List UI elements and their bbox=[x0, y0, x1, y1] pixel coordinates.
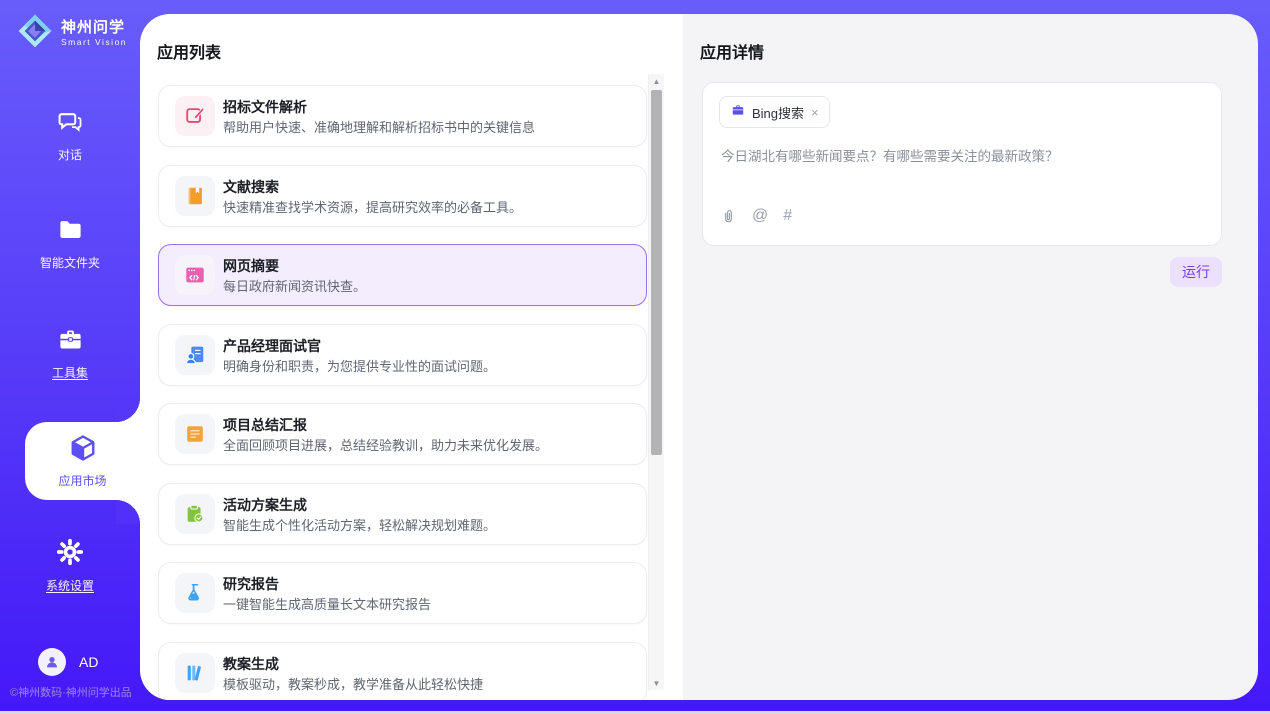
sidebar-item-对话[interactable]: 对话 bbox=[0, 108, 140, 163]
app-detail-panel: 应用详情 Bing搜索 × 今日湖北有哪些新闻要点？有哪些需要关注的最新政策？ bbox=[683, 14, 1258, 700]
sidebar-item-label: 智能文件夹 bbox=[40, 254, 100, 271]
interviewer-icon bbox=[175, 335, 215, 375]
folder-icon bbox=[57, 216, 84, 248]
chat-icon bbox=[57, 108, 84, 140]
app-detail-title: 应用详情 bbox=[700, 39, 764, 63]
prompt-card[interactable]: Bing搜索 × 今日湖北有哪些新闻要点？有哪些需要关注的最新政策？ @ # bbox=[702, 82, 1222, 246]
brand-logo: 神州问学 Smart Vision bbox=[16, 12, 127, 55]
sidebar-item-label: 系统设置 bbox=[46, 577, 94, 594]
tool-tag-bing-search[interactable]: Bing搜索 × bbox=[719, 96, 830, 128]
paperclip-icon[interactable] bbox=[720, 208, 737, 225]
tool-tag-label: Bing搜索 bbox=[752, 103, 804, 122]
app-list-title: 应用列表 bbox=[157, 39, 221, 63]
copyright-text: ©神州数码·神州问学出品 bbox=[10, 684, 132, 700]
app-list-item[interactable]: 网页摘要 每日政府新闻资讯快查。 bbox=[158, 244, 647, 306]
app-item-desc: 帮助用户快速、准确地理解和解析招标书中的关键信息 bbox=[223, 117, 535, 136]
toolbox-icon bbox=[57, 326, 84, 358]
app-item-desc: 快速精准查找学术资源，提高研究效率的必备工具。 bbox=[223, 197, 522, 216]
app-item-title: 活动方案生成 bbox=[223, 495, 307, 515]
app-item-title: 教案生成 bbox=[223, 654, 279, 674]
pen-square-icon bbox=[175, 96, 215, 136]
briefcase-icon bbox=[731, 103, 745, 122]
active-tab-curve-top bbox=[116, 398, 140, 422]
sidebar-item-label: 应用市场 bbox=[58, 472, 106, 489]
sidebar-item-工具集[interactable]: 工具集 bbox=[0, 326, 140, 381]
input-toolbar: @ # bbox=[720, 207, 792, 225]
app-list-panel: 应用列表 招标文件解析 帮助用户快速、准确地理解和解析招标书中的关键信息 文献搜… bbox=[140, 14, 683, 700]
avatar[interactable] bbox=[38, 648, 66, 676]
brand-name: 神州问学 bbox=[61, 20, 127, 35]
scroll-down-icon[interactable]: ▼ bbox=[649, 676, 664, 690]
app-list-item[interactable]: 招标文件解析 帮助用户快速、准确地理解和解析招标书中的关键信息 bbox=[158, 85, 647, 147]
app-item-title: 网页摘要 bbox=[223, 256, 279, 276]
scroll-up-icon[interactable]: ▲ bbox=[649, 74, 664, 88]
sidebar-item-智能文件夹[interactable]: 智能文件夹 bbox=[0, 216, 140, 271]
app-list-item[interactable]: 研究报告 一键智能生成高质量长文本研究报告 bbox=[158, 562, 647, 624]
app-item-desc: 一键智能生成高质量长文本研究报告 bbox=[223, 594, 431, 613]
app-item-desc: 智能生成个性化活动方案，轻松解决规划难题。 bbox=[223, 515, 496, 534]
app-list-item[interactable]: 产品经理面试官 明确身份和职责，为您提供专业性的面试问题。 bbox=[158, 324, 647, 386]
user-name: AD bbox=[79, 654, 98, 670]
app-list-item[interactable]: 活动方案生成 智能生成个性化活动方案，轻松解决规划难题。 bbox=[158, 483, 647, 545]
at-icon[interactable]: @ bbox=[752, 207, 768, 225]
content-area: 应用列表 招标文件解析 帮助用户快速、准确地理解和解析招标书中的关键信息 文献搜… bbox=[140, 14, 1258, 700]
app-window: 神州问学 Smart Vision 对话智能文件夹工具集应用市场系统设置 AD … bbox=[0, 0, 1270, 714]
app-item-title: 产品经理面试官 bbox=[223, 336, 321, 356]
brand-subtitle: Smart Vision bbox=[61, 38, 127, 47]
app-item-desc: 全面回顾项目进展，总结经验教训，助力未来优化发展。 bbox=[223, 435, 548, 454]
app-item-desc: 明确身份和职责，为您提供专业性的面试问题。 bbox=[223, 356, 496, 375]
close-icon[interactable]: × bbox=[811, 106, 819, 119]
books-icon bbox=[175, 653, 215, 693]
cube-icon bbox=[68, 433, 98, 468]
run-button[interactable]: 运行 bbox=[1170, 257, 1222, 287]
query-text[interactable]: 今日湖北有哪些新闻要点？有哪些需要关注的最新政策？ bbox=[721, 145, 1201, 165]
app-list-item[interactable]: 教案生成 模板驱动，教案秒成，教学准备从此轻松快捷 bbox=[158, 642, 647, 701]
app-item-title: 研究报告 bbox=[223, 574, 279, 594]
app-item-title: 项目总结汇报 bbox=[223, 415, 307, 435]
sidebar-item-label: 工具集 bbox=[52, 364, 88, 381]
user-row[interactable]: AD bbox=[38, 648, 98, 676]
sidebar-item-系统设置[interactable]: 系统设置 bbox=[0, 538, 140, 594]
hash-icon[interactable]: # bbox=[783, 207, 792, 225]
scrollbar[interactable]: ▲ ▼ bbox=[648, 74, 664, 690]
app-item-title: 招标文件解析 bbox=[223, 97, 307, 117]
sidebar: 神州问学 Smart Vision 对话智能文件夹工具集应用市场系统设置 AD … bbox=[0, 0, 140, 711]
webpage-icon bbox=[175, 255, 215, 295]
active-tab-curve-bottom bbox=[116, 500, 140, 524]
app-item-desc: 模板驱动，教案秒成，教学准备从此轻松快捷 bbox=[223, 674, 483, 693]
person-icon bbox=[44, 654, 60, 670]
gear-icon bbox=[56, 538, 84, 571]
diamond-logo-icon bbox=[16, 12, 54, 55]
sidebar-item-应用市场[interactable]: 应用市场 bbox=[25, 422, 140, 500]
report-note-icon bbox=[175, 414, 215, 454]
app-item-title: 文献搜索 bbox=[223, 177, 279, 197]
book-icon bbox=[175, 176, 215, 216]
app-list-item[interactable]: 文献搜索 快速精准查找学术资源，提高研究效率的必备工具。 bbox=[158, 165, 647, 227]
app-list-item[interactable]: 项目总结汇报 全面回顾项目进展，总结经验教训，助力未来优化发展。 bbox=[158, 403, 647, 465]
app-item-desc: 每日政府新闻资讯快查。 bbox=[223, 276, 366, 295]
scrollbar-thumb[interactable] bbox=[651, 90, 662, 455]
research-icon bbox=[175, 573, 215, 613]
clipboard-check-icon bbox=[175, 494, 215, 534]
sidebar-item-label: 对话 bbox=[58, 146, 82, 163]
